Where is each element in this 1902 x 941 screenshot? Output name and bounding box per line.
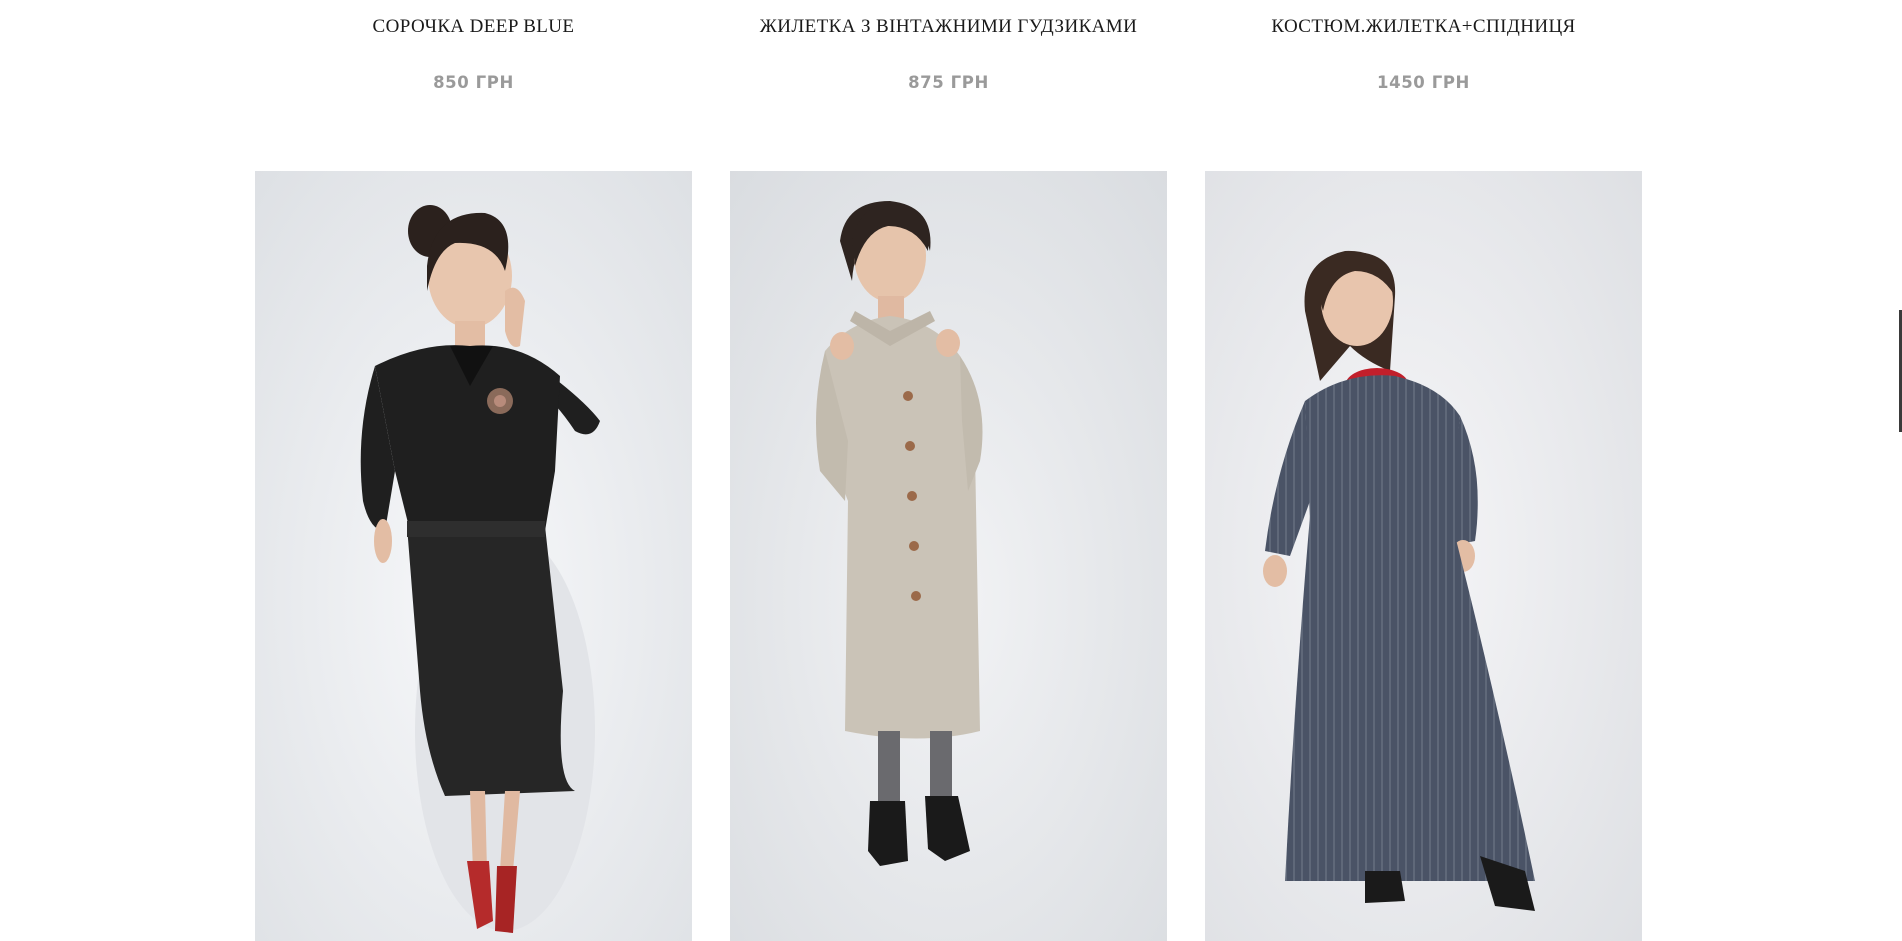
product-photo-beige-coat (730, 171, 1167, 941)
product-price-3: 1450 ГРН (1377, 73, 1470, 92)
product-image-2[interactable] (730, 171, 1167, 941)
product-price-2: 875 ГРН (908, 73, 989, 92)
product-title-3[interactable]: КОСТЮМ.ЖИЛЕТКА+СПІДНИЦЯ (1205, 16, 1642, 38)
product-title-1[interactable]: СОРОЧКА DEEP BLUE (255, 16, 692, 38)
product-photo-black-outfit (255, 171, 692, 941)
product-grid-page: СОРОЧКА DEEP BLUE 850 ГРН ЖИЛЕТКА З ВІНТ… (0, 0, 1902, 941)
product-photo-navy-dress (1205, 171, 1642, 941)
product-price-1: 850 ГРН (433, 73, 514, 92)
product-image-3[interactable] (1205, 171, 1642, 941)
product-image-1[interactable] (255, 171, 692, 941)
product-title-2[interactable]: ЖИЛЕТКА З ВІНТАЖНИМИ ГУДЗИКАМИ (730, 16, 1167, 38)
